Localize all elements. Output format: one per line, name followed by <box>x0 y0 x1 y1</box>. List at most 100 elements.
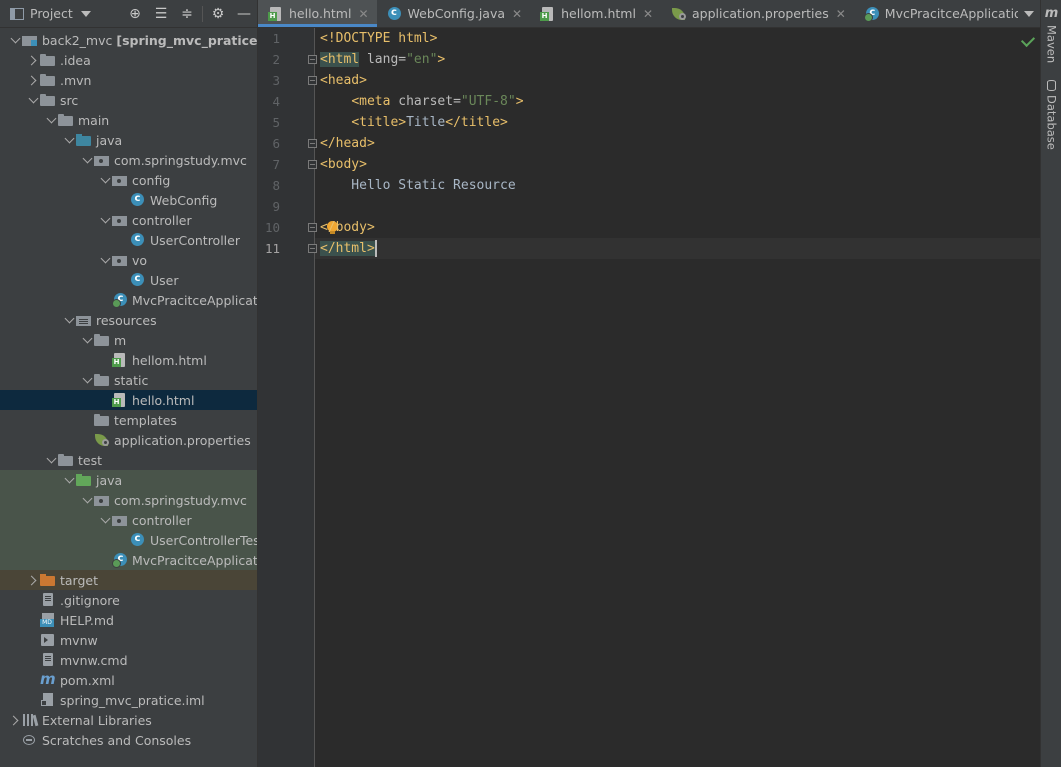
tree-item[interactable]: MvcPracitceApplicatio <box>0 550 257 570</box>
editor-tab[interactable]: application.properties ✕ <box>661 0 854 27</box>
tree-item[interactable]: UserController <box>0 230 257 250</box>
chevron-right-icon[interactable] <box>26 50 40 70</box>
tree-item[interactable]: Scratches and Consoles <box>0 730 257 750</box>
line-number[interactable]: 7 <box>258 154 280 175</box>
tree-item[interactable]: templates <box>0 410 257 430</box>
tree-item[interactable]: vo <box>0 250 257 270</box>
no-problems-check-icon[interactable] <box>1020 32 1036 48</box>
tree-item[interactable]: target <box>0 570 257 590</box>
tree-item[interactable]: mvnw <box>0 630 257 650</box>
editor-tab[interactable]: WebConfig.java ✕ <box>377 0 531 27</box>
chevron-down-icon[interactable] <box>62 470 76 490</box>
tree-item[interactable]: m <box>0 330 257 350</box>
tree-item[interactable]: .gitignore <box>0 590 257 610</box>
tree-item[interactable]: java <box>0 130 257 150</box>
tree-item-label: hellom.html <box>132 352 207 368</box>
fold-marker-icon[interactable] <box>308 223 317 232</box>
tree-item[interactable]: hello.html <box>0 390 257 410</box>
chevron-down-icon[interactable] <box>80 330 94 350</box>
chevron-right-icon[interactable] <box>26 570 40 590</box>
tree-item[interactable]: WebConfig <box>0 190 257 210</box>
code-line: <head> <box>320 70 367 91</box>
code-editor[interactable]: 1 2 3 4 5 6 7 8 9 10 11 <!DOCTYPE html> <html lang=… <box>258 28 1040 767</box>
tree-item[interactable]: back2_mvc[spring_mvc_pratice]C:\ <box>0 30 257 50</box>
minimize-icon[interactable]: — <box>231 0 257 27</box>
chevron-down-icon[interactable] <box>26 90 40 110</box>
chevron-right-icon[interactable] <box>8 710 22 730</box>
fold-marker-icon[interactable] <box>308 55 317 64</box>
line-number[interactable]: 8 <box>258 175 280 196</box>
chevron-down-icon[interactable] <box>80 490 94 510</box>
tree-item[interactable]: HELP.md <box>0 610 257 630</box>
database-tool-button[interactable]: Database <box>1041 80 1061 150</box>
line-number[interactable]: 10 <box>258 217 280 238</box>
tree-item[interactable]: com.springstudy.mvc <box>0 490 257 510</box>
line-number[interactable]: 9 <box>258 196 280 217</box>
editor-tab[interactable]: hellom.html ✕ <box>530 0 661 27</box>
fold-marker-icon[interactable] <box>308 76 317 85</box>
chevron-down-icon[interactable] <box>80 150 94 170</box>
line-number[interactable]: 11 <box>258 238 280 259</box>
chevron-right-icon[interactable] <box>26 70 40 90</box>
folder-orange-icon <box>40 573 56 587</box>
line-number[interactable]: 4 <box>258 91 280 112</box>
chevron-down-icon[interactable] <box>98 250 112 270</box>
tree-item[interactable]: User <box>0 270 257 290</box>
line-number[interactable]: 6 <box>258 133 280 154</box>
line-number[interactable]: 3 <box>258 70 280 91</box>
editor-tab[interactable]: MvcPracitceApplicationTests.java✕ <box>854 0 1040 27</box>
class-run-icon <box>112 293 128 308</box>
chevron-down-icon[interactable] <box>62 130 76 150</box>
expand-all-icon[interactable]: ☰ <box>148 0 174 27</box>
chevron-down-icon[interactable] <box>98 510 112 530</box>
tree-item[interactable]: hellom.html <box>0 350 257 370</box>
tree-item[interactable]: MvcPracitceApplicatio <box>0 290 257 310</box>
tree-item[interactable]: External Libraries <box>0 710 257 730</box>
chevron-down-icon[interactable] <box>98 210 112 230</box>
chevron-down-icon[interactable] <box>62 310 76 330</box>
line-number[interactable]: 5 <box>258 112 280 133</box>
tree-item-label: target <box>60 572 99 588</box>
tree-item[interactable]: config <box>0 170 257 190</box>
tree-item[interactable]: spring_mvc_pratice.iml <box>0 690 257 710</box>
tabs-overflow-chevron-icon[interactable] <box>1018 0 1040 27</box>
maven-tool-button[interactable]: m Maven <box>1041 6 1061 63</box>
tree-item[interactable]: static <box>0 370 257 390</box>
close-icon[interactable]: ✕ <box>643 7 653 21</box>
tree-item[interactable]: main <box>0 110 257 130</box>
tree-item[interactable]: resources <box>0 310 257 330</box>
editor-tab[interactable]: hello.html ✕ <box>258 0 377 27</box>
tree-item[interactable]: mvnw.cmd <box>0 650 257 670</box>
gear-icon[interactable]: ⚙ <box>205 0 231 27</box>
tree-item[interactable]: src <box>0 90 257 110</box>
tree-item[interactable]: UserControllerTest <box>0 530 257 550</box>
tree-item[interactable]: .mvn <box>0 70 257 90</box>
tree-item[interactable]: .idea <box>0 50 257 70</box>
fold-marker-icon[interactable] <box>308 160 317 169</box>
chevron-down-icon[interactable] <box>8 30 22 50</box>
close-icon[interactable]: ✕ <box>358 7 368 21</box>
collapse-all-icon[interactable]: ≑ <box>174 0 200 27</box>
code-token: <html <box>320 52 360 67</box>
line-number[interactable]: 2 <box>258 49 280 70</box>
editor-tab-label: MvcPracitceApplicationTests.java <box>884 6 1040 21</box>
line-number[interactable]: 1 <box>258 28 280 49</box>
close-icon[interactable]: ✕ <box>836 7 846 21</box>
chevron-down-icon[interactable] <box>44 450 58 470</box>
tree-item[interactable]: pom.xml <box>0 670 257 690</box>
close-icon[interactable]: ✕ <box>512 7 522 21</box>
locate-icon[interactable]: ⊕ <box>122 0 148 27</box>
fold-marker-icon[interactable] <box>308 244 317 253</box>
chevron-down-icon[interactable] <box>44 110 58 130</box>
tree-item[interactable]: controller <box>0 210 257 230</box>
tree-item[interactable]: com.springstudy.mvc <box>0 150 257 170</box>
project-view-selector[interactable]: Project <box>0 0 91 27</box>
tree-item[interactable]: application.properties <box>0 430 257 450</box>
tree-item[interactable]: controller <box>0 510 257 530</box>
tree-item[interactable]: test <box>0 450 257 470</box>
chevron-down-icon[interactable] <box>98 170 112 190</box>
tree-item[interactable]: java <box>0 470 257 490</box>
chevron-down-icon[interactable] <box>80 370 94 390</box>
fold-marker-icon[interactable] <box>308 139 317 148</box>
